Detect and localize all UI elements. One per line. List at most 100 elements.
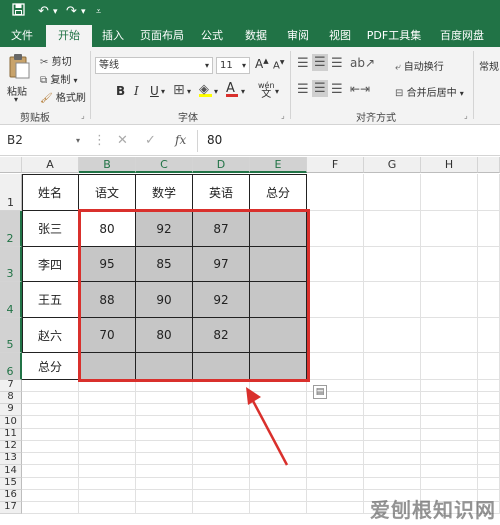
cell-i14[interactable] — [478, 465, 500, 478]
column-header-d[interactable]: D — [193, 157, 250, 173]
cell-c9[interactable] — [136, 404, 193, 416]
cell-a7[interactable] — [22, 380, 79, 392]
cell-h6[interactable] — [421, 353, 478, 380]
bold-button[interactable]: B — [116, 84, 125, 98]
column-header-c[interactable]: C — [136, 157, 193, 173]
phonetic-button[interactable]: wén 文 — [258, 81, 275, 100]
row-header-3[interactable]: 3 — [0, 247, 22, 282]
cell-i3[interactable] — [478, 247, 500, 282]
cell-e15[interactable] — [250, 478, 307, 490]
align-top-icon[interactable]: ☰ — [297, 56, 309, 71]
cell-h13[interactable] — [421, 453, 478, 465]
name-box[interactable]: B2 ▾ — [4, 132, 82, 151]
column-header-b[interactable]: B — [79, 157, 136, 173]
cell-a5[interactable]: 赵六 — [22, 318, 79, 353]
cell-b8[interactable] — [79, 392, 136, 404]
customize-icon[interactable]: ⩡ — [96, 3, 101, 21]
tab-view[interactable]: 视图 — [322, 25, 358, 47]
cell-f1[interactable] — [307, 174, 364, 211]
cell-a11[interactable] — [22, 429, 79, 441]
font-color-dropdown-icon[interactable]: ▾ — [241, 87, 245, 96]
italic-button[interactable]: I — [134, 84, 139, 98]
copy-button[interactable]: ⧉ 复制 ▾ — [40, 71, 78, 86]
cell-f2[interactable] — [307, 211, 364, 247]
cell-c12[interactable] — [136, 441, 193, 453]
cell-b15[interactable] — [79, 478, 136, 490]
column-header-g[interactable]: G — [364, 157, 421, 173]
insert-function-icon[interactable]: fx — [175, 133, 186, 147]
cell-a10[interactable] — [22, 416, 79, 429]
font-color-button[interactable]: A — [226, 81, 238, 97]
cell-g4[interactable] — [364, 282, 421, 318]
cell-h2[interactable] — [421, 211, 478, 247]
cell-e1[interactable]: 总分 — [250, 174, 307, 211]
phonetic-dropdown-icon[interactable]: ▾ — [275, 87, 279, 96]
cell-i13[interactable] — [478, 453, 500, 465]
undo-dropdown-icon[interactable]: ▾ — [53, 3, 58, 21]
borders-icon[interactable]: ⊞ — [173, 82, 185, 98]
cell-f11[interactable] — [307, 429, 364, 441]
cell-h15[interactable] — [421, 478, 478, 490]
cell-h1[interactable] — [421, 174, 478, 211]
enter-icon[interactable]: ✓ — [145, 133, 156, 148]
cell-h8[interactable] — [421, 392, 478, 404]
cell-c10[interactable] — [136, 416, 193, 429]
tab-insert[interactable]: 插入 — [98, 25, 128, 47]
cell-g10[interactable] — [364, 416, 421, 429]
cell-a16[interactable] — [22, 490, 79, 502]
indent-icon[interactable]: ⇤⇥ — [350, 82, 370, 96]
cell-h7[interactable] — [421, 380, 478, 392]
row-header-17[interactable]: 17 — [0, 501, 22, 514]
font-launcher-icon[interactable]: ⌟ — [281, 111, 285, 120]
cell-g9[interactable] — [364, 404, 421, 416]
tab-baidu-netdisk[interactable]: 百度网盘 — [432, 25, 492, 47]
cell-a3[interactable]: 李四 — [22, 247, 79, 282]
cell-g2[interactable] — [364, 211, 421, 247]
cell-b17[interactable] — [79, 502, 136, 514]
cell-i8[interactable] — [478, 392, 500, 404]
cell-b9[interactable] — [79, 404, 136, 416]
cell-f9[interactable] — [307, 404, 364, 416]
cell-d1[interactable]: 英语 — [193, 174, 250, 211]
quick-analysis-icon[interactable]: ▤ — [313, 385, 327, 399]
cell-g8[interactable] — [364, 392, 421, 404]
underline-button[interactable]: U — [150, 84, 159, 98]
tab-home[interactable]: 开始 — [46, 25, 92, 47]
cell-c14[interactable] — [136, 465, 193, 478]
wrap-text-button[interactable]: ⤶ 自动换行 — [395, 58, 444, 73]
cell-d16[interactable] — [193, 490, 250, 502]
cell-i1[interactable] — [478, 174, 500, 211]
formula-input[interactable]: 80 — [207, 133, 222, 147]
cell-g1[interactable] — [364, 174, 421, 211]
cell-a2[interactable]: 张三 — [22, 211, 79, 247]
cell-c15[interactable] — [136, 478, 193, 490]
font-size-select[interactable]: 11 ▾ — [216, 57, 250, 74]
cell-i10[interactable] — [478, 416, 500, 429]
row-header-1[interactable]: 1 — [0, 174, 22, 211]
cell-e16[interactable] — [250, 490, 307, 502]
cell-b12[interactable] — [79, 441, 136, 453]
cell-b1[interactable]: 语文 — [79, 174, 136, 211]
cell-a9[interactable] — [22, 404, 79, 416]
cell-c16[interactable] — [136, 490, 193, 502]
shrink-font-button[interactable]: A▼ — [273, 59, 284, 71]
cell-d15[interactable] — [193, 478, 250, 490]
cell-g5[interactable] — [364, 318, 421, 353]
cell-g12[interactable] — [364, 441, 421, 453]
cell-c13[interactable] — [136, 453, 193, 465]
save-icon[interactable] — [12, 3, 25, 22]
cell-b13[interactable] — [79, 453, 136, 465]
cell-b11[interactable] — [79, 429, 136, 441]
merge-center-button[interactable]: ⊟ 合并后居中 ▾ — [395, 84, 464, 99]
cell-h12[interactable] — [421, 441, 478, 453]
cell-a4[interactable]: 王五 — [22, 282, 79, 318]
cell-c8[interactable] — [136, 392, 193, 404]
cell-f14[interactable] — [307, 465, 364, 478]
cell-h3[interactable] — [421, 247, 478, 282]
tab-file[interactable]: 文件 — [4, 25, 40, 47]
tab-pdf-tools[interactable]: PDF工具集 — [364, 25, 424, 47]
cell-g13[interactable] — [364, 453, 421, 465]
cell-a12[interactable] — [22, 441, 79, 453]
cell-h14[interactable] — [421, 465, 478, 478]
row-header-5[interactable]: 5 — [0, 318, 22, 353]
